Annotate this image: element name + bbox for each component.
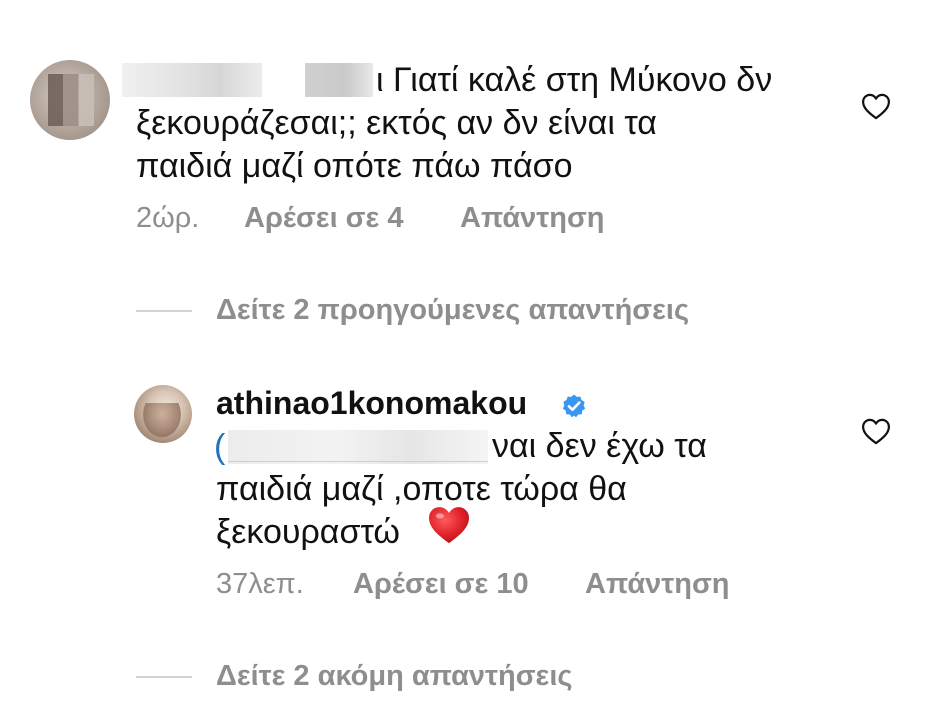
comment-text-line: ξεκουράζεσαι;; εκτός αν δν είναι τα bbox=[136, 104, 657, 142]
likes-count[interactable]: Αρέσει σε 10 bbox=[353, 568, 529, 601]
reply-username[interactable]: athinao1konomakou bbox=[216, 385, 527, 422]
like-heart-icon[interactable] bbox=[861, 418, 891, 445]
reply-author-avatar[interactable] bbox=[134, 385, 192, 443]
red-heart-emoji bbox=[429, 507, 469, 544]
blurred-mention bbox=[228, 430, 488, 464]
reply-text-line: παιδιά μαζί ,οποτε τώρα θα bbox=[216, 470, 627, 508]
like-heart-icon[interactable] bbox=[861, 93, 891, 120]
reply-button[interactable]: Απάντηση bbox=[585, 568, 730, 601]
reply-button[interactable]: Απάντηση bbox=[460, 202, 605, 235]
comment-timestamp: 2ώρ. bbox=[136, 202, 200, 234]
commenter-avatar[interactable] bbox=[30, 60, 110, 140]
blurred-mention bbox=[305, 63, 373, 97]
view-more-replies-button[interactable]: Δείτε 2 ακόμη απαντήσεις bbox=[216, 660, 572, 693]
likes-count[interactable]: Αρέσει σε 4 bbox=[244, 202, 403, 235]
reply-timestamp: 37λεπ. bbox=[216, 568, 304, 600]
view-previous-replies-button[interactable]: Δείτε 2 προηγούμενες απαντήσεις bbox=[216, 294, 689, 327]
reply-text-line: ξεκουραστώ bbox=[216, 513, 400, 551]
replies-divider bbox=[136, 676, 192, 678]
mention-prefix-icon: ( bbox=[214, 428, 226, 466]
verified-badge-icon bbox=[562, 394, 586, 418]
reply-text-line: ναι δεν έχω τα bbox=[492, 427, 707, 465]
blurred-username bbox=[122, 63, 262, 97]
comment-text-line: ι Γιατί καλέ στη Μύκονο δν bbox=[376, 61, 773, 99]
replies-divider bbox=[136, 310, 192, 312]
comment-text-line: παιδιά μαζί οπότε πάω πάσο bbox=[136, 147, 573, 185]
